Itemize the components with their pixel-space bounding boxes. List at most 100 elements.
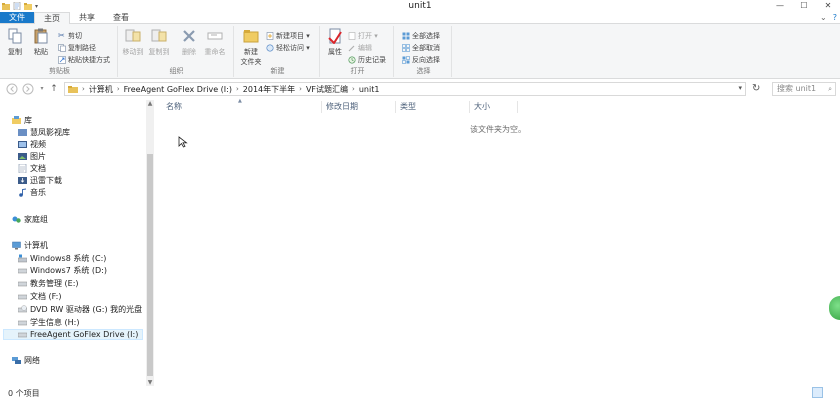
media-library-icon	[18, 129, 27, 136]
back-button[interactable]	[6, 83, 18, 95]
invert-selection-button[interactable]: 反向选择	[402, 55, 440, 65]
nav-item-drive-g[interactable]: DVD RW 驱动器 (G:) 我的光盘	[18, 304, 142, 315]
paste-shortcut-icon	[58, 56, 66, 64]
history-icon	[348, 56, 356, 64]
new-item-button[interactable]: 新建项目 ▾	[266, 31, 310, 41]
details-view-icon[interactable]	[812, 387, 823, 398]
select-none-label: 全部取消	[412, 44, 440, 52]
nav-item-music[interactable]: 音乐	[18, 187, 46, 198]
collapse-ribbon-icon[interactable]: ⌄	[820, 13, 827, 23]
nav-item-drive-h[interactable]: 学生信息 (H:)	[18, 317, 80, 328]
nav-item-thunder-downloads[interactable]: 迅雷下载	[18, 175, 62, 186]
nav-item-computer[interactable]: 计算机	[12, 240, 48, 251]
breadcrumb-semester[interactable]: 2014年下半年	[243, 84, 295, 95]
rename-button[interactable]: 重命名	[204, 28, 226, 57]
tab-view[interactable]: 查看	[104, 12, 138, 23]
nav-item-videos[interactable]: 视频	[18, 139, 46, 150]
breadcrumb-separator-icon[interactable]: ›	[117, 85, 120, 93]
back-arrow-icon	[6, 83, 18, 95]
breadcrumb-vf-collection[interactable]: VF试题汇编	[306, 84, 348, 95]
nav-item-drive-f[interactable]: 文档 (F:)	[18, 291, 61, 302]
refresh-icon: ↻	[752, 83, 761, 94]
mouse-cursor-icon	[178, 136, 188, 148]
properties-icon	[328, 28, 342, 45]
nav-item-label: 教务管理 (E:)	[30, 279, 79, 288]
copy-button[interactable]: 复制	[4, 28, 26, 57]
breadcrumb-drive[interactable]: FreeAgent GoFlex Drive (I:)	[124, 85, 232, 94]
copy-path-button[interactable]: 复制路径	[58, 43, 96, 53]
system-drive-icon	[18, 254, 27, 263]
column-header-date-modified[interactable]: 修改日期	[322, 101, 396, 113]
properties-label: 属性	[328, 48, 342, 56]
cut-button[interactable]: ✂ 剪切	[58, 31, 82, 41]
new-folder-button[interactable]: 新建 文件夹	[238, 28, 264, 67]
nav-item-drive-d[interactable]: Windows7 系统 (D:)	[18, 265, 107, 276]
scroll-down-icon[interactable]: ▼	[146, 379, 154, 386]
search-input[interactable]: 搜索 unit1	[777, 83, 816, 95]
delete-button[interactable]: 删除	[178, 28, 200, 57]
nav-item-label: 文档 (F:)	[30, 292, 62, 301]
history-button[interactable]: 历史记录	[348, 55, 386, 65]
floating-assistant-icon[interactable]	[829, 296, 840, 320]
column-header-name[interactable]: 名称	[162, 101, 322, 113]
history-label: 历史记录	[358, 56, 386, 64]
edit-button[interactable]: 编辑	[348, 43, 372, 53]
nav-item-drive-c[interactable]: Windows8 系统 (C:)	[18, 253, 106, 264]
scroll-up-icon[interactable]: ▲	[146, 100, 154, 107]
select-all-button[interactable]: 全部选择	[402, 31, 440, 41]
tab-share[interactable]: 共享	[70, 12, 104, 23]
navigation-bar: ▾ ↑ › 计算机 › FreeAgent GoFlex Drive (I:) …	[0, 80, 840, 98]
chevron-down-icon: ▾	[40, 85, 44, 92]
library-icon	[12, 116, 21, 124]
nav-item-label: 网络	[24, 356, 40, 365]
copy-label: 复制	[8, 48, 22, 56]
scroll-thumb[interactable]	[147, 154, 153, 376]
search-box[interactable]: 搜索 unit1 ⌕	[772, 82, 836, 96]
paste-shortcut-button[interactable]: 粘贴快捷方式	[58, 55, 110, 65]
nav-pane-scrollbar[interactable]: ▲ ▼	[146, 100, 154, 386]
forward-button[interactable]	[22, 83, 34, 95]
breadcrumb-separator-icon[interactable]: ›	[299, 85, 302, 93]
invert-selection-label: 反向选择	[412, 56, 440, 64]
address-dropdown-icon[interactable]: ▾	[738, 84, 742, 92]
nav-item-drive-i[interactable]: FreeAgent GoFlex Drive (I:)	[3, 329, 143, 340]
nav-item-network[interactable]: 网络	[12, 355, 40, 366]
nav-item-label: 慧凤影视库	[30, 128, 70, 137]
select-none-button[interactable]: 全部取消	[402, 43, 440, 53]
breadcrumb-separator-icon[interactable]: ›	[352, 85, 355, 93]
nav-item-label: 迅雷下载	[30, 176, 62, 185]
ribbon-options: ⌄ ?	[820, 13, 837, 23]
copy-to-button[interactable]: 复制到	[148, 28, 170, 57]
move-to-button[interactable]: 移动到	[122, 28, 144, 57]
address-bar[interactable]: › 计算机 › FreeAgent GoFlex Drive (I:) › 20…	[64, 82, 746, 96]
large-icons-view-icon[interactable]	[825, 387, 836, 398]
select-group-label: 选择	[416, 67, 431, 75]
help-icon[interactable]: ?	[833, 13, 837, 23]
view-switcher	[812, 387, 836, 398]
nav-item-label: 视频	[30, 140, 46, 149]
nav-item-documents[interactable]: 文档	[18, 163, 46, 174]
up-button[interactable]: ↑	[48, 83, 60, 95]
paste-button[interactable]: 粘贴	[30, 28, 52, 57]
recent-locations-button[interactable]: ▾	[36, 83, 48, 95]
minimize-button[interactable]: —	[768, 0, 792, 12]
nav-item-drive-e[interactable]: 教务管理 (E:)	[18, 278, 79, 289]
refresh-button[interactable]: ↻	[752, 83, 760, 95]
nav-item-libraries[interactable]: 库	[12, 115, 32, 126]
easy-access-button[interactable]: 轻松访问 ▾	[266, 43, 310, 53]
paste-icon	[34, 28, 48, 44]
open-button[interactable]: 打开 ▾	[348, 31, 378, 41]
maximize-button[interactable]: ☐	[792, 0, 816, 12]
column-header-type[interactable]: 类型	[396, 101, 470, 113]
breadcrumb-separator-icon[interactable]: ›	[236, 85, 239, 93]
column-header-size[interactable]: 大小	[470, 101, 518, 113]
breadcrumb-computer[interactable]: 计算机	[89, 84, 113, 95]
nav-item-homegroup[interactable]: 家庭组	[12, 214, 48, 225]
nav-item-pictures[interactable]: 图片	[18, 151, 46, 162]
properties-button[interactable]: 属性	[324, 28, 346, 57]
tab-file[interactable]: 文件	[0, 12, 34, 23]
select-group: 全部选择 全部取消 反向选择 选择	[396, 26, 452, 77]
close-button[interactable]: ✕	[816, 0, 840, 12]
nav-item-media-library[interactable]: 慧凤影视库	[18, 127, 70, 138]
breadcrumb-unit1[interactable]: unit1	[359, 85, 380, 94]
